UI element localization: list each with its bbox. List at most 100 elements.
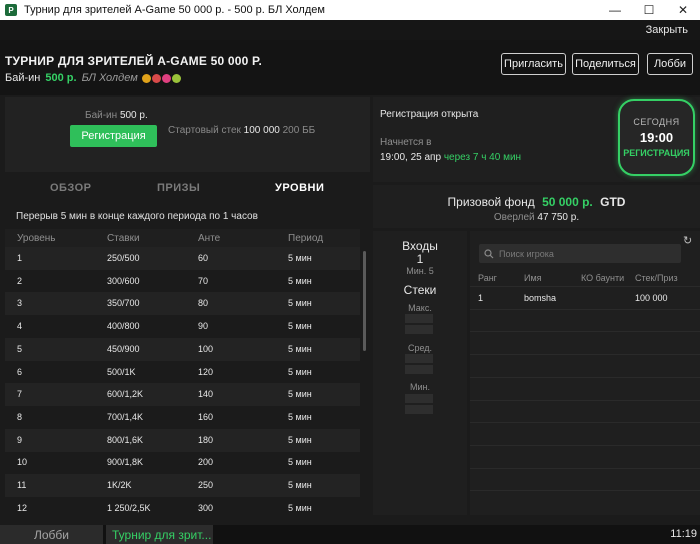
level-cell-ante: 180 — [198, 434, 214, 445]
start-stack-value: 100 000 — [243, 125, 280, 136]
player-row-empty — [470, 490, 700, 513]
stack-max-value — [405, 314, 433, 323]
levels-scrollbar[interactable] — [363, 251, 366, 351]
top-strip: Закрыть — [0, 20, 700, 40]
taskbar: Лобби Турнир для зрит... 11:19 — [0, 525, 700, 544]
tab-levels[interactable]: УРОВНИ — [275, 182, 324, 194]
level-cell-stakes: 450/900 — [107, 343, 140, 354]
level-cell-period: 5 мин — [288, 298, 312, 309]
level-cell-ante: 70 — [198, 275, 209, 286]
level-cell-ante: 120 — [198, 366, 214, 377]
col-name: Имя — [524, 273, 542, 283]
level-cell-ante: 160 — [198, 411, 214, 422]
reg-buyin: Бай-ин 500 р. — [85, 110, 148, 121]
player-search-input[interactable]: Поиск игрока — [479, 244, 681, 263]
stack-min-value — [405, 394, 433, 403]
level-cell-period: 5 мин — [288, 434, 312, 445]
player-row[interactable]: 1 bomsha 100 000 — [470, 286, 700, 309]
prize-amount: 50 000 р. — [542, 195, 593, 209]
prize-gtd: GTD — [600, 195, 626, 209]
level-cell-stakes: 600/1,2K — [107, 389, 144, 400]
col-period: Период — [288, 233, 324, 244]
close-window-button[interactable]: ✕ — [666, 0, 700, 20]
prize-pool: Призовой фонд 50 000 р. GTD — [373, 195, 700, 209]
knockout-badge-icon — [151, 73, 161, 83]
level-cell-ante: 300 — [198, 502, 214, 513]
starts-label: Начнется в — [380, 137, 432, 148]
level-cell-level: 1 — [17, 253, 23, 263]
player-row-empty — [470, 422, 700, 445]
stack-max-bar — [405, 325, 433, 334]
level-cell-stakes: 400/800 — [107, 321, 140, 332]
maximize-button[interactable]: ☐ — [632, 0, 666, 20]
level-row: 7 600/1,2K 140 5 мин — [5, 383, 360, 407]
break-note: Перерыв 5 мин в конце каждого периода по… — [16, 211, 258, 222]
lobby-button[interactable]: Лобби — [647, 53, 693, 75]
register-button[interactable]: Регистрация — [70, 125, 157, 147]
level-cell-level: 8 — [17, 411, 23, 422]
players-panel: ↻ Поиск игрока Ранг Имя КО баунти Стек/П… — [470, 231, 700, 515]
badge-time: 19:00 — [639, 130, 674, 145]
game-type: БЛ Холдем — [81, 72, 138, 84]
level-cell-period: 5 мин — [288, 480, 312, 490]
tab-prizes[interactable]: ПРИЗЫ — [157, 182, 200, 194]
level-cell-period: 5 мин — [288, 343, 312, 354]
window-title: Турнир для зрителей A-Game 50 000 р. - 5… — [24, 4, 325, 16]
window-titlebar: P Турнир для зрителей A-Game 50 000 р. -… — [0, 0, 700, 20]
taskbar-lobby[interactable]: Лобби — [0, 525, 103, 544]
refresh-icon[interactable]: ↻ — [683, 234, 692, 247]
tab-overview[interactable]: ОБЗОР — [50, 182, 91, 194]
stack-min-bar — [405, 405, 433, 414]
bounty-badge-icon — [141, 73, 151, 83]
level-cell-stakes: 1 250/2,5K — [107, 502, 151, 513]
level-cell-level: 11 — [17, 480, 27, 490]
stack-max-label: Макс. — [408, 303, 432, 313]
col-level: Уровень — [17, 233, 56, 244]
overlay-label: Оверлей — [493, 212, 535, 223]
col-rank: Ранг — [478, 273, 497, 283]
registration-panel: Бай-ин 500 р. Регистрация Стартовый стек… — [5, 97, 370, 172]
starts-time: 19:00, 25 апр через 7 ч 40 мин — [380, 152, 521, 163]
level-cell-stakes: 300/600 — [107, 275, 140, 286]
invite-button[interactable]: Пригласить — [501, 53, 566, 75]
registration-status: Регистрация открыта — [380, 109, 479, 120]
level-cell-stakes: 350/700 — [107, 298, 140, 309]
level-cell-level: 6 — [17, 366, 23, 377]
level-cell-stakes: 800/1,6K — [107, 434, 144, 445]
taskbar-tournament[interactable]: Турнир для зрит... — [106, 525, 213, 544]
close-link[interactable]: Закрыть — [646, 24, 688, 36]
level-row: 3 350/700 80 5 мин — [5, 292, 360, 316]
col-stack: Стек/Приз — [635, 273, 678, 283]
player-row-empty — [470, 354, 700, 377]
badge-today: СЕГОДНЯ — [633, 117, 680, 127]
minimize-button[interactable]: — — [598, 0, 632, 20]
level-cell-period: 5 мин — [288, 275, 312, 286]
stack-avg-bar — [405, 365, 433, 374]
starts-time-value: 19:00, 25 апр — [380, 152, 442, 163]
level-cell-ante: 250 — [198, 480, 214, 490]
level-cell-stakes: 250/500 — [107, 253, 140, 263]
player-row-empty — [470, 308, 700, 332]
start-stack-bb: 200 ББ — [282, 125, 316, 136]
level-cell-period: 5 мин — [288, 457, 312, 468]
level-cell-period: 5 мин — [288, 321, 312, 332]
level-cell-stakes: 700/1,4K — [107, 411, 144, 422]
level-cell-period: 5 мин — [288, 366, 312, 377]
levels-header: Уровень Ставки Анте Период — [5, 229, 360, 249]
tournament-header: ТУРНИР ДЛЯ ЗРИТЕЛЕЙ A-GAME 50 000 Р. Бай… — [0, 40, 700, 95]
buyin-line: Бай-ин 500 р. БЛ Холдем — [5, 72, 182, 84]
start-stack: Стартовый стек 100 000 200 ББ — [168, 125, 315, 136]
reg-buyin-value: 500 р. — [119, 110, 148, 121]
level-row: 4 400/800 90 5 мин — [5, 315, 360, 338]
share-button[interactable]: Поделиться — [572, 53, 639, 75]
overlay: Оверлей 47 750 р. — [373, 212, 700, 223]
level-cell-period: 5 мин — [288, 411, 312, 422]
player-cell-stack: 100 000 — [635, 293, 668, 303]
level-cell-ante: 90 — [198, 321, 209, 332]
search-icon — [484, 248, 494, 258]
entries-panel: Входы 1 Мин. 5 Стеки Макс. Сред. Мин. — [373, 231, 467, 515]
level-cell-level: 12 — [17, 502, 28, 513]
status-panel: Регистрация открыта Начнется в 19:00, 25… — [373, 97, 700, 182]
level-cell-level: 10 — [17, 457, 28, 468]
level-row: 1 250/500 60 5 мин — [5, 247, 360, 270]
